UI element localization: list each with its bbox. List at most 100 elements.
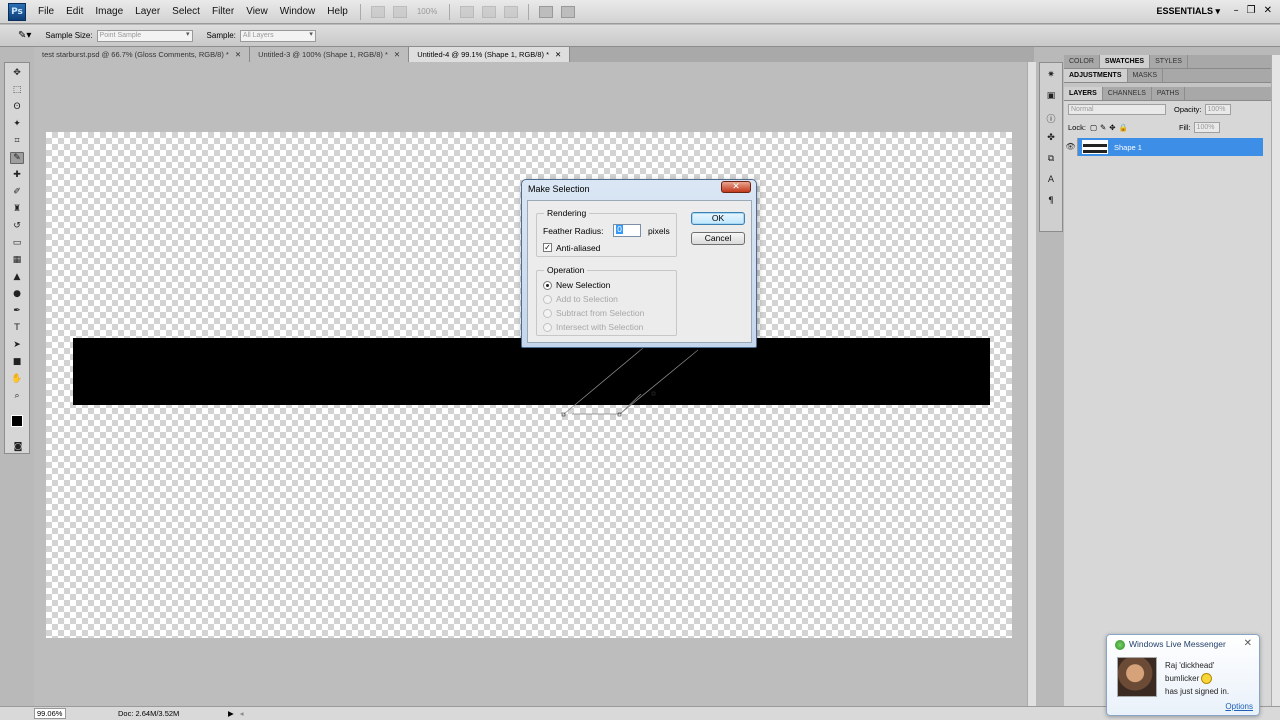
- scroll-left-icon[interactable]: ◂: [240, 709, 244, 718]
- menu-select[interactable]: Select: [166, 6, 206, 17]
- type-tool-icon[interactable]: T: [10, 322, 24, 334]
- dodge-tool-icon[interactable]: ●: [10, 288, 24, 300]
- tab-channels[interactable]: CHANNELS: [1103, 87, 1152, 100]
- paragraph-icon[interactable]: ¶: [1045, 196, 1057, 207]
- canvas-vertical-scrollbar[interactable]: [1027, 62, 1036, 706]
- doc-tab-starburst[interactable]: test starburst.psd @ 66.7% (Gloss Commen…: [34, 47, 251, 62]
- close-icon[interactable]: ✕: [235, 50, 241, 59]
- menu-layer[interactable]: Layer: [129, 6, 166, 17]
- menu-help[interactable]: Help: [321, 6, 354, 17]
- messenger-options-link[interactable]: Options: [1225, 702, 1253, 711]
- zoom-tool-icon[interactable]: ⌕: [10, 390, 24, 402]
- ok-button[interactable]: OK: [691, 212, 745, 225]
- messenger-notification[interactable]: Windows Live Messenger ✕ Raj 'dickhead' …: [1106, 634, 1260, 716]
- arrange-documents-icon[interactable]: [539, 5, 554, 18]
- lock-icons[interactable]: ▢✎✥🔒: [1090, 123, 1131, 132]
- anti-aliased-checkbox[interactable]: ✓: [543, 243, 552, 252]
- eyedropper-tool-icon[interactable]: ✎: [10, 152, 24, 164]
- workspace-switcher[interactable]: ESSENTIALS ▾: [1156, 6, 1220, 17]
- opacity-field[interactable]: 100%: [1204, 104, 1231, 115]
- view-extras-icon[interactable]: [392, 5, 407, 18]
- screen-mode-icon[interactable]: [561, 5, 576, 18]
- canvas-area[interactable]: [34, 62, 1027, 706]
- healing-brush-tool-icon[interactable]: ✚: [10, 169, 24, 181]
- zoom-tool-icon[interactable]: [482, 5, 497, 18]
- menu-edit[interactable]: Edit: [60, 6, 89, 17]
- marquee-tool-icon[interactable]: ⬚: [10, 84, 24, 96]
- foreground-color-swatch[interactable]: [11, 415, 23, 427]
- tab-color[interactable]: COLOR: [1064, 55, 1100, 68]
- eye-icon[interactable]: 👁: [1064, 138, 1078, 156]
- blend-opacity-row: Normal Opacity: 100%: [1068, 104, 1231, 115]
- feather-radius-input[interactable]: 0: [613, 224, 641, 237]
- close-icon[interactable]: ✕: [394, 50, 400, 59]
- move-tool-icon[interactable]: ✥: [10, 67, 24, 79]
- quick-mask-icon[interactable]: ◙: [11, 441, 25, 453]
- pen-tool-icon[interactable]: ✒: [10, 305, 24, 317]
- dialog-title: Make Selection: [528, 184, 590, 194]
- minimize-icon[interactable]: –: [1234, 5, 1239, 16]
- brushes-icon[interactable]: ✤: [1045, 133, 1057, 144]
- tab-adjustments[interactable]: ADJUSTMENTS: [1064, 69, 1128, 82]
- blur-tool-icon[interactable]: ▲: [10, 271, 24, 283]
- menu-file[interactable]: File: [32, 6, 60, 17]
- menu-image[interactable]: Image: [89, 6, 129, 17]
- sample-select[interactable]: All Layers: [239, 29, 316, 42]
- restore-icon[interactable]: ❐: [1247, 5, 1256, 16]
- eyedropper-tool-preset-icon[interactable]: ✎▾: [18, 30, 31, 41]
- character-icon[interactable]: A: [1045, 175, 1057, 186]
- intersect-with-selection-radio[interactable]: [543, 323, 552, 332]
- launch-bridge-icon[interactable]: [370, 5, 385, 18]
- clone-source-icon[interactable]: ⧉: [1045, 154, 1057, 165]
- shape-tool-icon[interactable]: ■: [10, 356, 24, 368]
- fill-field[interactable]: 100%: [1193, 122, 1220, 133]
- tab-styles[interactable]: STYLES: [1150, 55, 1188, 68]
- sample-size-select[interactable]: Point Sample: [96, 29, 193, 42]
- clone-stamp-tool-icon[interactable]: ♜: [10, 203, 24, 215]
- tab-paths[interactable]: PATHS: [1152, 87, 1186, 100]
- tab-swatches[interactable]: SWATCHES: [1099, 55, 1151, 68]
- doc-tab-untitled-4[interactable]: Untitled-4 @ 99.1% (Shape 1, RGB/8) * ✕: [409, 47, 571, 62]
- close-icon[interactable]: ✕: [1244, 638, 1252, 649]
- close-icon[interactable]: ✕: [555, 50, 561, 59]
- gradient-tool-icon[interactable]: ▦: [10, 254, 24, 266]
- dialog-close-button[interactable]: ✕: [721, 181, 751, 193]
- hand-tool-icon[interactable]: [460, 5, 475, 18]
- status-zoom-field[interactable]: 99.06%: [34, 708, 66, 719]
- brush-tool-icon[interactable]: ✐: [10, 186, 24, 198]
- path-selection-tool-icon[interactable]: ➤: [10, 339, 24, 351]
- status-menu-arrow-icon[interactable]: ▶: [228, 709, 234, 718]
- menu-window[interactable]: Window: [274, 6, 322, 17]
- smiley-icon: [1201, 673, 1213, 685]
- new-selection-radio[interactable]: [543, 281, 552, 290]
- eraser-tool-icon[interactable]: ▭: [10, 237, 24, 249]
- subtract-from-selection-label: Subtract from Selection: [556, 308, 645, 318]
- tab-masks[interactable]: MASKS: [1128, 69, 1164, 82]
- adjustments-gear-icon[interactable]: ✷: [1045, 70, 1057, 81]
- image-icon[interactable]: ▣: [1045, 91, 1057, 102]
- info-icon[interactable]: ⓘ: [1045, 112, 1057, 125]
- subtract-from-selection-radio[interactable]: [543, 309, 552, 318]
- layer-name: Shape 1: [1114, 142, 1142, 152]
- panel-scrollbar[interactable]: [1271, 55, 1280, 706]
- rotate-view-icon[interactable]: [504, 5, 519, 18]
- rendering-group-title: Rendering: [544, 208, 590, 218]
- add-to-selection-radio[interactable]: [543, 295, 552, 304]
- doc-tab-untitled-3[interactable]: Untitled-3 @ 100% (Shape 1, RGB/8) * ✕: [250, 47, 410, 62]
- avatar: [1117, 657, 1157, 697]
- lock-label: Lock:: [1068, 123, 1086, 132]
- magic-wand-tool-icon[interactable]: ✦: [10, 118, 24, 130]
- history-brush-tool-icon[interactable]: ↺: [10, 220, 24, 232]
- cancel-button[interactable]: Cancel: [691, 232, 745, 245]
- layer-row-shape-1[interactable]: 👁 Shape 1: [1064, 138, 1263, 156]
- close-icon[interactable]: ✕: [1264, 5, 1272, 16]
- menu-filter[interactable]: Filter: [206, 6, 240, 17]
- intersect-with-selection-label: Intersect with Selection: [556, 322, 644, 332]
- crop-tool-icon[interactable]: ⌗: [10, 135, 24, 147]
- lasso-tool-icon[interactable]: ʘ: [10, 101, 24, 113]
- hand-tool-icon[interactable]: ✋: [10, 373, 24, 385]
- blend-mode-select[interactable]: Normal: [1068, 104, 1166, 115]
- menu-view[interactable]: View: [240, 6, 274, 17]
- tab-layers[interactable]: LAYERS: [1064, 87, 1103, 100]
- zoom-level-field[interactable]: 100%: [411, 7, 443, 16]
